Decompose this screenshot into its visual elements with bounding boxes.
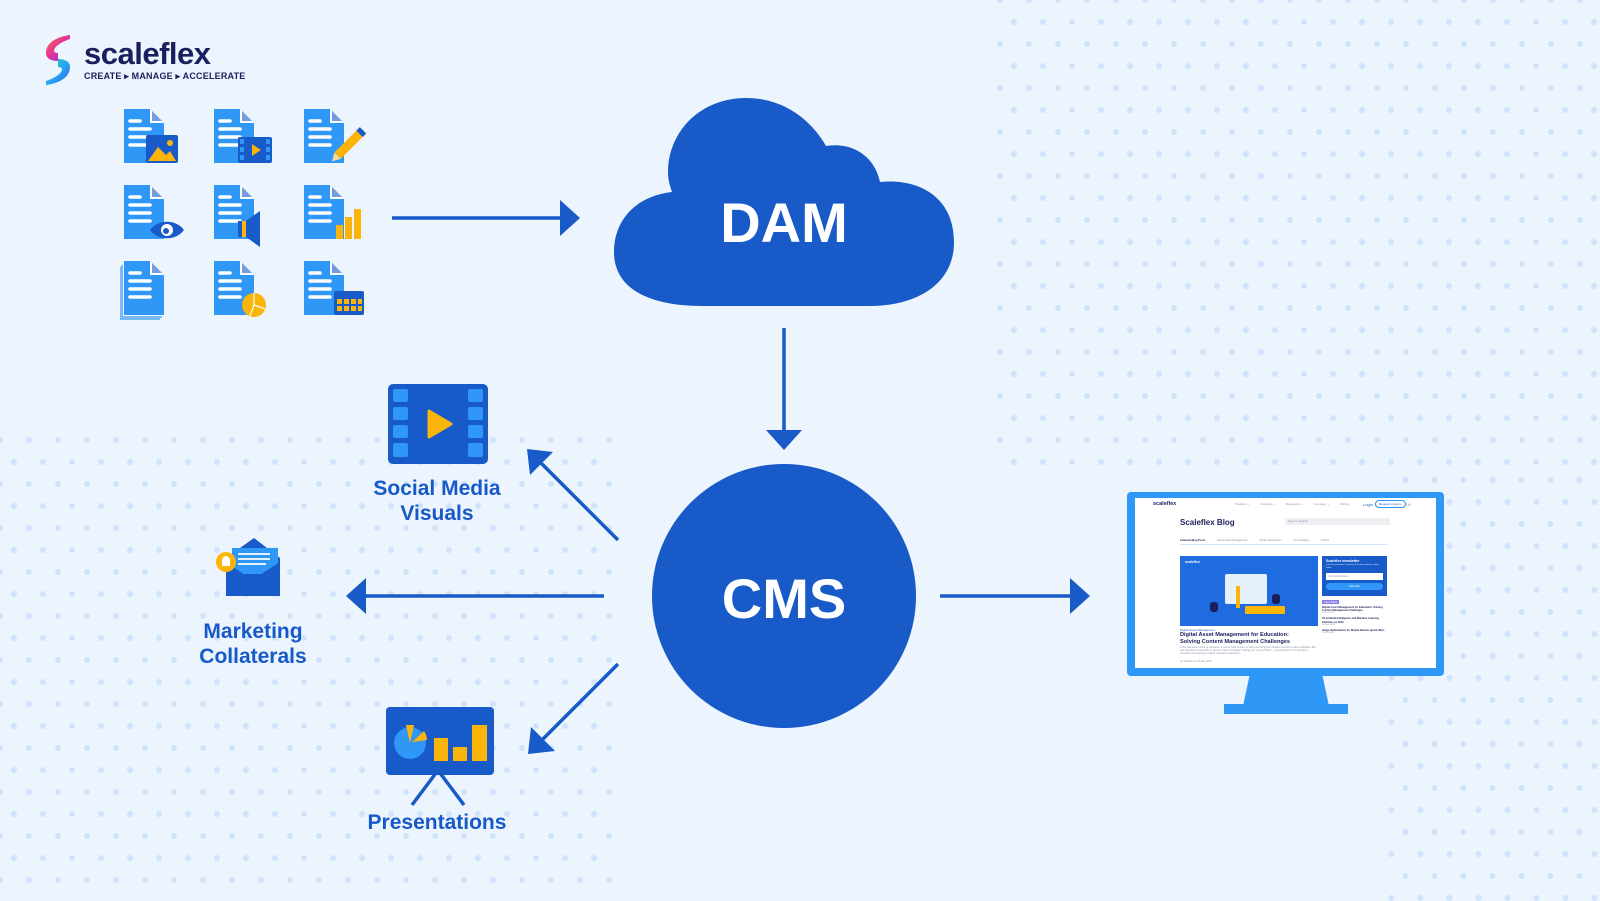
dam-label: DAM [720,191,848,254]
arrowhead-cms-to-marketing [346,578,366,614]
arrowhead-dam-to-cms [766,430,802,450]
website-preview: scaleflex Products ⌄ Solutions ⌄ Resources… [1135,498,1436,668]
arrow-cms-to-social [536,458,620,542]
preview-nav-item[interactable]: Solutions ⌄ [1260,502,1276,506]
preview-tab[interactable]: Digital Asset Management [1217,539,1247,542]
social-media-visuals-label: Social Media Visuals [373,477,501,525]
preview-tab[interactable]: Others [1321,539,1329,542]
presentations-label: Presentations [367,811,507,834]
arrowhead-cms-to-website [1070,578,1090,614]
preview-tabs: Featured Blog Posts Digital Asset Managem… [1180,539,1387,545]
preview-nav-item[interactable]: Products ⌄ [1235,502,1250,506]
preview-latest-badge: Latest Posts [1322,600,1340,604]
presentation-board-icon [386,707,494,807]
preview-subscribe-button[interactable]: Subscribe [1326,583,1383,590]
preview-hero-byline: by Scaleflex on 16 Nov 2023 [1180,660,1212,663]
preview-nav-item[interactable]: Company ⌄ [1314,502,1330,506]
preview-latest-list: Digital Asset Management for Education: … [1322,606,1390,637]
preview-demo-button[interactable]: Request a Demo [1375,500,1406,508]
preview-blog-title: Scaleflex Blog [1180,518,1235,527]
preview-newsletter: Scaleflex newsletter Join the newsletter… [1322,556,1387,596]
preview-latest-item[interactable]: 35 Artificial Intelligence and Machine L… [1322,617,1390,625]
monitor-base [1224,704,1348,714]
video-film-icon [388,384,488,464]
preview-nav-item[interactable]: Pricing [1340,502,1349,506]
monitor-stand [1243,674,1329,706]
preview-search[interactable]: Type to Search [1285,518,1390,525]
preview-tab[interactable]: Featured Blog Posts [1180,539,1205,542]
marketing-collaterals-label: Marketing Collaterals [199,620,307,668]
preview-tab[interactable]: Our Solutions [1294,539,1310,542]
preview-hero-title[interactable]: Digital Asset Management for Education: … [1180,632,1290,645]
cms-label: CMS [721,567,847,630]
preview-lang[interactable]: EN [1405,502,1411,507]
preview-logo: scaleflex [1153,501,1177,507]
preview-email-input[interactable]: Your email address [1326,573,1383,580]
preview-nav: Products ⌄ Solutions ⌄ Resources ⌄ Company … [1235,502,1349,506]
arrow-cms-to-presentations [538,662,620,744]
envelope-notification-icon [216,538,280,596]
preview-latest-item[interactable]: Image Optimization for Mobile Devices Qu… [1322,629,1390,634]
preview-hero-image: scaleflex [1180,556,1318,626]
preview-tab[interactable]: Media Optimization [1259,539,1281,542]
preview-latest-item[interactable]: Digital Asset Management for Education: … [1322,606,1390,614]
preview-hero-excerpt: In the fast-paced world of education, it… [1180,646,1316,656]
arrowhead-assets-to-dam [560,200,580,236]
preview-nav-item[interactable]: Resources ⌄ [1286,502,1304,506]
